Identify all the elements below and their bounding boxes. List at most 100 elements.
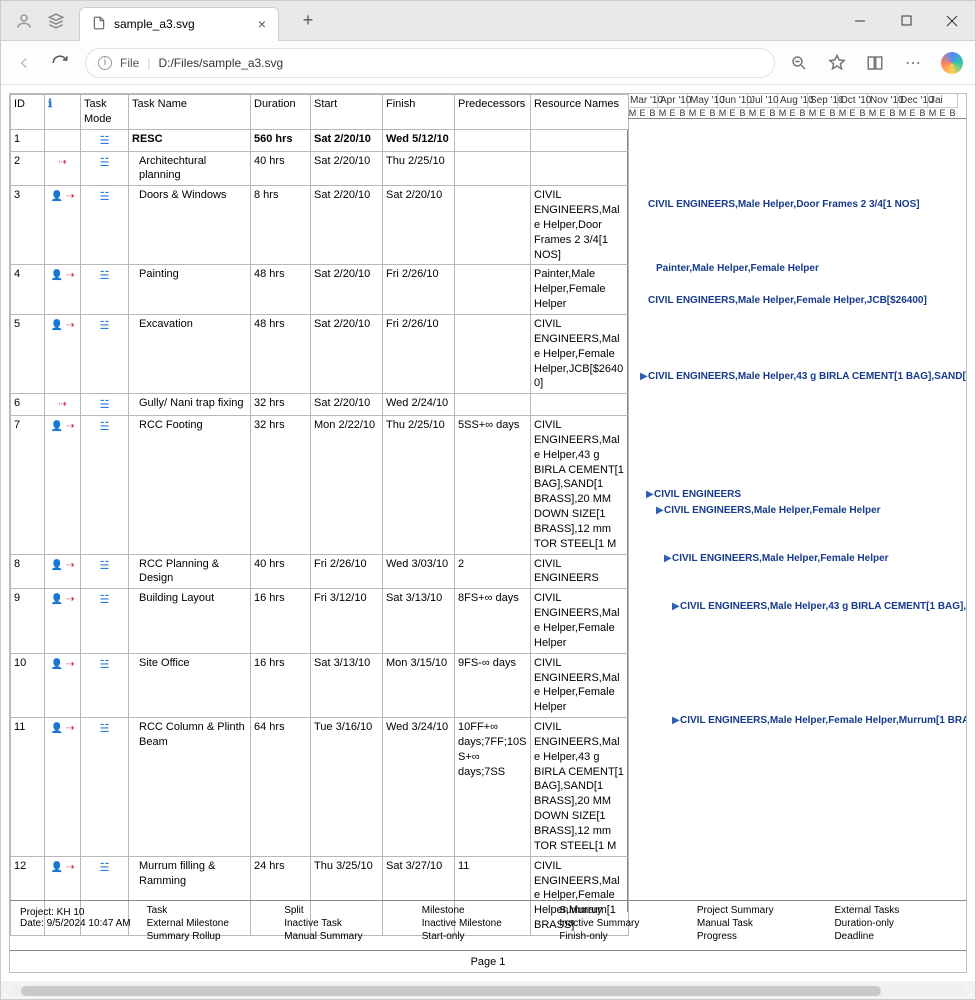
- cell-predecessors[interactable]: [455, 129, 531, 151]
- workspaces-icon[interactable]: [47, 12, 65, 30]
- gantt-chart[interactable]: Mar '10Apr '10May '10Jun '10Jul '10Aug '…: [628, 94, 966, 912]
- cell-start[interactable]: Sat 2/20/10: [311, 265, 383, 315]
- browser-tab[interactable]: sample_a3.svg ×: [79, 7, 279, 41]
- cell-start[interactable]: Mon 2/22/10: [311, 416, 383, 555]
- col-id[interactable]: ID: [11, 95, 45, 130]
- col-finish[interactable]: Finish: [383, 95, 455, 130]
- table-row[interactable]: 9👤⇢☱Building Layout16 hrsFri 3/12/10Sat …: [11, 589, 629, 653]
- address-field[interactable]: i File | D:/Files/sample_a3.svg: [85, 48, 775, 78]
- cell-predecessors[interactable]: 8FS+∞ days: [455, 589, 531, 653]
- cell-task-name[interactable]: Excavation: [129, 314, 251, 393]
- table-row[interactable]: 6⇢☱Gully/ Nani trap fixing32 hrsSat 2/20…: [11, 394, 629, 416]
- cell-duration[interactable]: 16 hrs: [251, 589, 311, 653]
- cell-finish[interactable]: Fri 2/26/10: [383, 314, 455, 393]
- favorite-icon[interactable]: [827, 53, 847, 73]
- cell-finish[interactable]: Wed 5/12/10: [383, 129, 455, 151]
- cell-resources[interactable]: CIVIL ENGINEERS: [531, 554, 629, 589]
- split-screen-icon[interactable]: [865, 53, 885, 73]
- cell-start[interactable]: Sat 3/13/10: [311, 653, 383, 717]
- cell-start[interactable]: Fri 2/26/10: [311, 554, 383, 589]
- scrollbar-thumb[interactable]: [21, 986, 881, 996]
- cell-resources[interactable]: [531, 129, 629, 151]
- back-button[interactable]: [13, 52, 35, 74]
- task-grid[interactable]: ID ℹ Task Mode Task Name Duration Start …: [10, 94, 628, 912]
- cell-start[interactable]: Tue 3/16/10: [311, 718, 383, 857]
- cell-resources[interactable]: CIVIL ENGINEERS,Male Helper,Female Helpe…: [531, 314, 629, 393]
- cell-start[interactable]: Sat 2/20/10: [311, 151, 383, 186]
- cell-resources[interactable]: CIVIL ENGINEERS,Male Helper,43 g BIRLA C…: [531, 416, 629, 555]
- cell-finish[interactable]: Thu 2/25/10: [383, 151, 455, 186]
- cell-finish[interactable]: Wed 2/24/10: [383, 394, 455, 416]
- col-task-name[interactable]: Task Name: [129, 95, 251, 130]
- table-row[interactable]: 3👤⇢☱Doors & Windows8 hrsSat 2/20/10Sat 2…: [11, 186, 629, 265]
- new-tab-button[interactable]: +: [293, 6, 323, 36]
- table-row[interactable]: 1☱RESC560 hrsSat 2/20/10Wed 5/12/10: [11, 129, 629, 151]
- table-row[interactable]: 4👤⇢☱Painting48 hrsSat 2/20/10Fri 2/26/10…: [11, 265, 629, 315]
- cell-finish[interactable]: Mon 3/15/10: [383, 653, 455, 717]
- cell-task-name[interactable]: Painting: [129, 265, 251, 315]
- cell-finish[interactable]: Sat 3/13/10: [383, 589, 455, 653]
- cell-start[interactable]: Sat 2/20/10: [311, 314, 383, 393]
- cell-resources[interactable]: [531, 151, 629, 186]
- cell-predecessors[interactable]: [455, 265, 531, 315]
- cell-finish[interactable]: Wed 3/03/10: [383, 554, 455, 589]
- col-resources[interactable]: Resource Names: [531, 95, 629, 130]
- maximize-button[interactable]: [883, 1, 929, 41]
- close-button[interactable]: [929, 1, 975, 41]
- cell-task-name[interactable]: Doors & Windows: [129, 186, 251, 265]
- cell-resources[interactable]: [531, 394, 629, 416]
- table-row[interactable]: 10👤⇢☱Site Office16 hrsSat 3/13/10Mon 3/1…: [11, 653, 629, 717]
- cell-duration[interactable]: 64 hrs: [251, 718, 311, 857]
- col-task-mode[interactable]: Task Mode: [81, 95, 129, 130]
- cell-task-name[interactable]: RCC Planning & Design: [129, 554, 251, 589]
- col-predecessors[interactable]: Predecessors: [455, 95, 531, 130]
- cell-task-name[interactable]: RCC Column & Plinth Beam: [129, 718, 251, 857]
- col-duration[interactable]: Duration: [251, 95, 311, 130]
- cell-start[interactable]: Sat 2/20/10: [311, 394, 383, 416]
- table-row[interactable]: 8👤⇢☱RCC Planning & Design40 hrsFri 2/26/…: [11, 554, 629, 589]
- cell-duration[interactable]: 8 hrs: [251, 186, 311, 265]
- cell-resources[interactable]: CIVIL ENGINEERS,Male Helper,Female Helpe…: [531, 653, 629, 717]
- table-row[interactable]: 5👤⇢☱Excavation48 hrsSat 2/20/10Fri 2/26/…: [11, 314, 629, 393]
- cell-predecessors[interactable]: [455, 394, 531, 416]
- cell-task-name[interactable]: Architechtural planning: [129, 151, 251, 186]
- cell-duration[interactable]: 48 hrs: [251, 314, 311, 393]
- cell-finish[interactable]: Fri 2/26/10: [383, 265, 455, 315]
- cell-duration[interactable]: 40 hrs: [251, 151, 311, 186]
- cell-duration[interactable]: 32 hrs: [251, 394, 311, 416]
- cell-resources[interactable]: CIVIL ENGINEERS,Male Helper,Door Frames …: [531, 186, 629, 265]
- cell-duration[interactable]: 560 hrs: [251, 129, 311, 151]
- cell-start[interactable]: Sat 2/20/10: [311, 186, 383, 265]
- table-row[interactable]: 2⇢☱Architechtural planning40 hrsSat 2/20…: [11, 151, 629, 186]
- table-row[interactable]: 7👤⇢☱RCC Footing32 hrsMon 2/22/10Thu 2/25…: [11, 416, 629, 555]
- cell-start[interactable]: Fri 3/12/10: [311, 589, 383, 653]
- cell-finish[interactable]: Wed 3/24/10: [383, 718, 455, 857]
- copilot-icon[interactable]: [941, 52, 963, 74]
- cell-resources[interactable]: CIVIL ENGINEERS,Male Helper,43 g BIRLA C…: [531, 718, 629, 857]
- cell-predecessors[interactable]: [455, 151, 531, 186]
- col-start[interactable]: Start: [311, 95, 383, 130]
- horizontal-scrollbar[interactable]: [11, 985, 965, 997]
- cell-duration[interactable]: 16 hrs: [251, 653, 311, 717]
- close-tab-icon[interactable]: ×: [258, 16, 266, 32]
- cell-predecessors[interactable]: 5SS+∞ days: [455, 416, 531, 555]
- minimize-button[interactable]: [837, 1, 883, 41]
- cell-predecessors[interactable]: 9FS-∞ days: [455, 653, 531, 717]
- refresh-button[interactable]: [49, 52, 71, 74]
- cell-finish[interactable]: Sat 2/20/10: [383, 186, 455, 265]
- cell-resources[interactable]: CIVIL ENGINEERS,Male Helper,Female Helpe…: [531, 589, 629, 653]
- cell-duration[interactable]: 48 hrs: [251, 265, 311, 315]
- cell-task-name[interactable]: Site Office: [129, 653, 251, 717]
- cell-predecessors[interactable]: [455, 186, 531, 265]
- more-icon[interactable]: ⋯: [903, 53, 923, 73]
- cell-task-name[interactable]: RCC Footing: [129, 416, 251, 555]
- cell-predecessors[interactable]: 10FF+∞ days;7FF;10SS+∞ days;7SS: [455, 718, 531, 857]
- cell-duration[interactable]: 32 hrs: [251, 416, 311, 555]
- zoom-icon[interactable]: [789, 53, 809, 73]
- cell-task-name[interactable]: Building Layout: [129, 589, 251, 653]
- cell-predecessors[interactable]: [455, 314, 531, 393]
- cell-predecessors[interactable]: 2: [455, 554, 531, 589]
- col-indicators[interactable]: ℹ: [45, 95, 81, 130]
- cell-task-name[interactable]: Gully/ Nani trap fixing: [129, 394, 251, 416]
- profile-icon[interactable]: [15, 12, 33, 30]
